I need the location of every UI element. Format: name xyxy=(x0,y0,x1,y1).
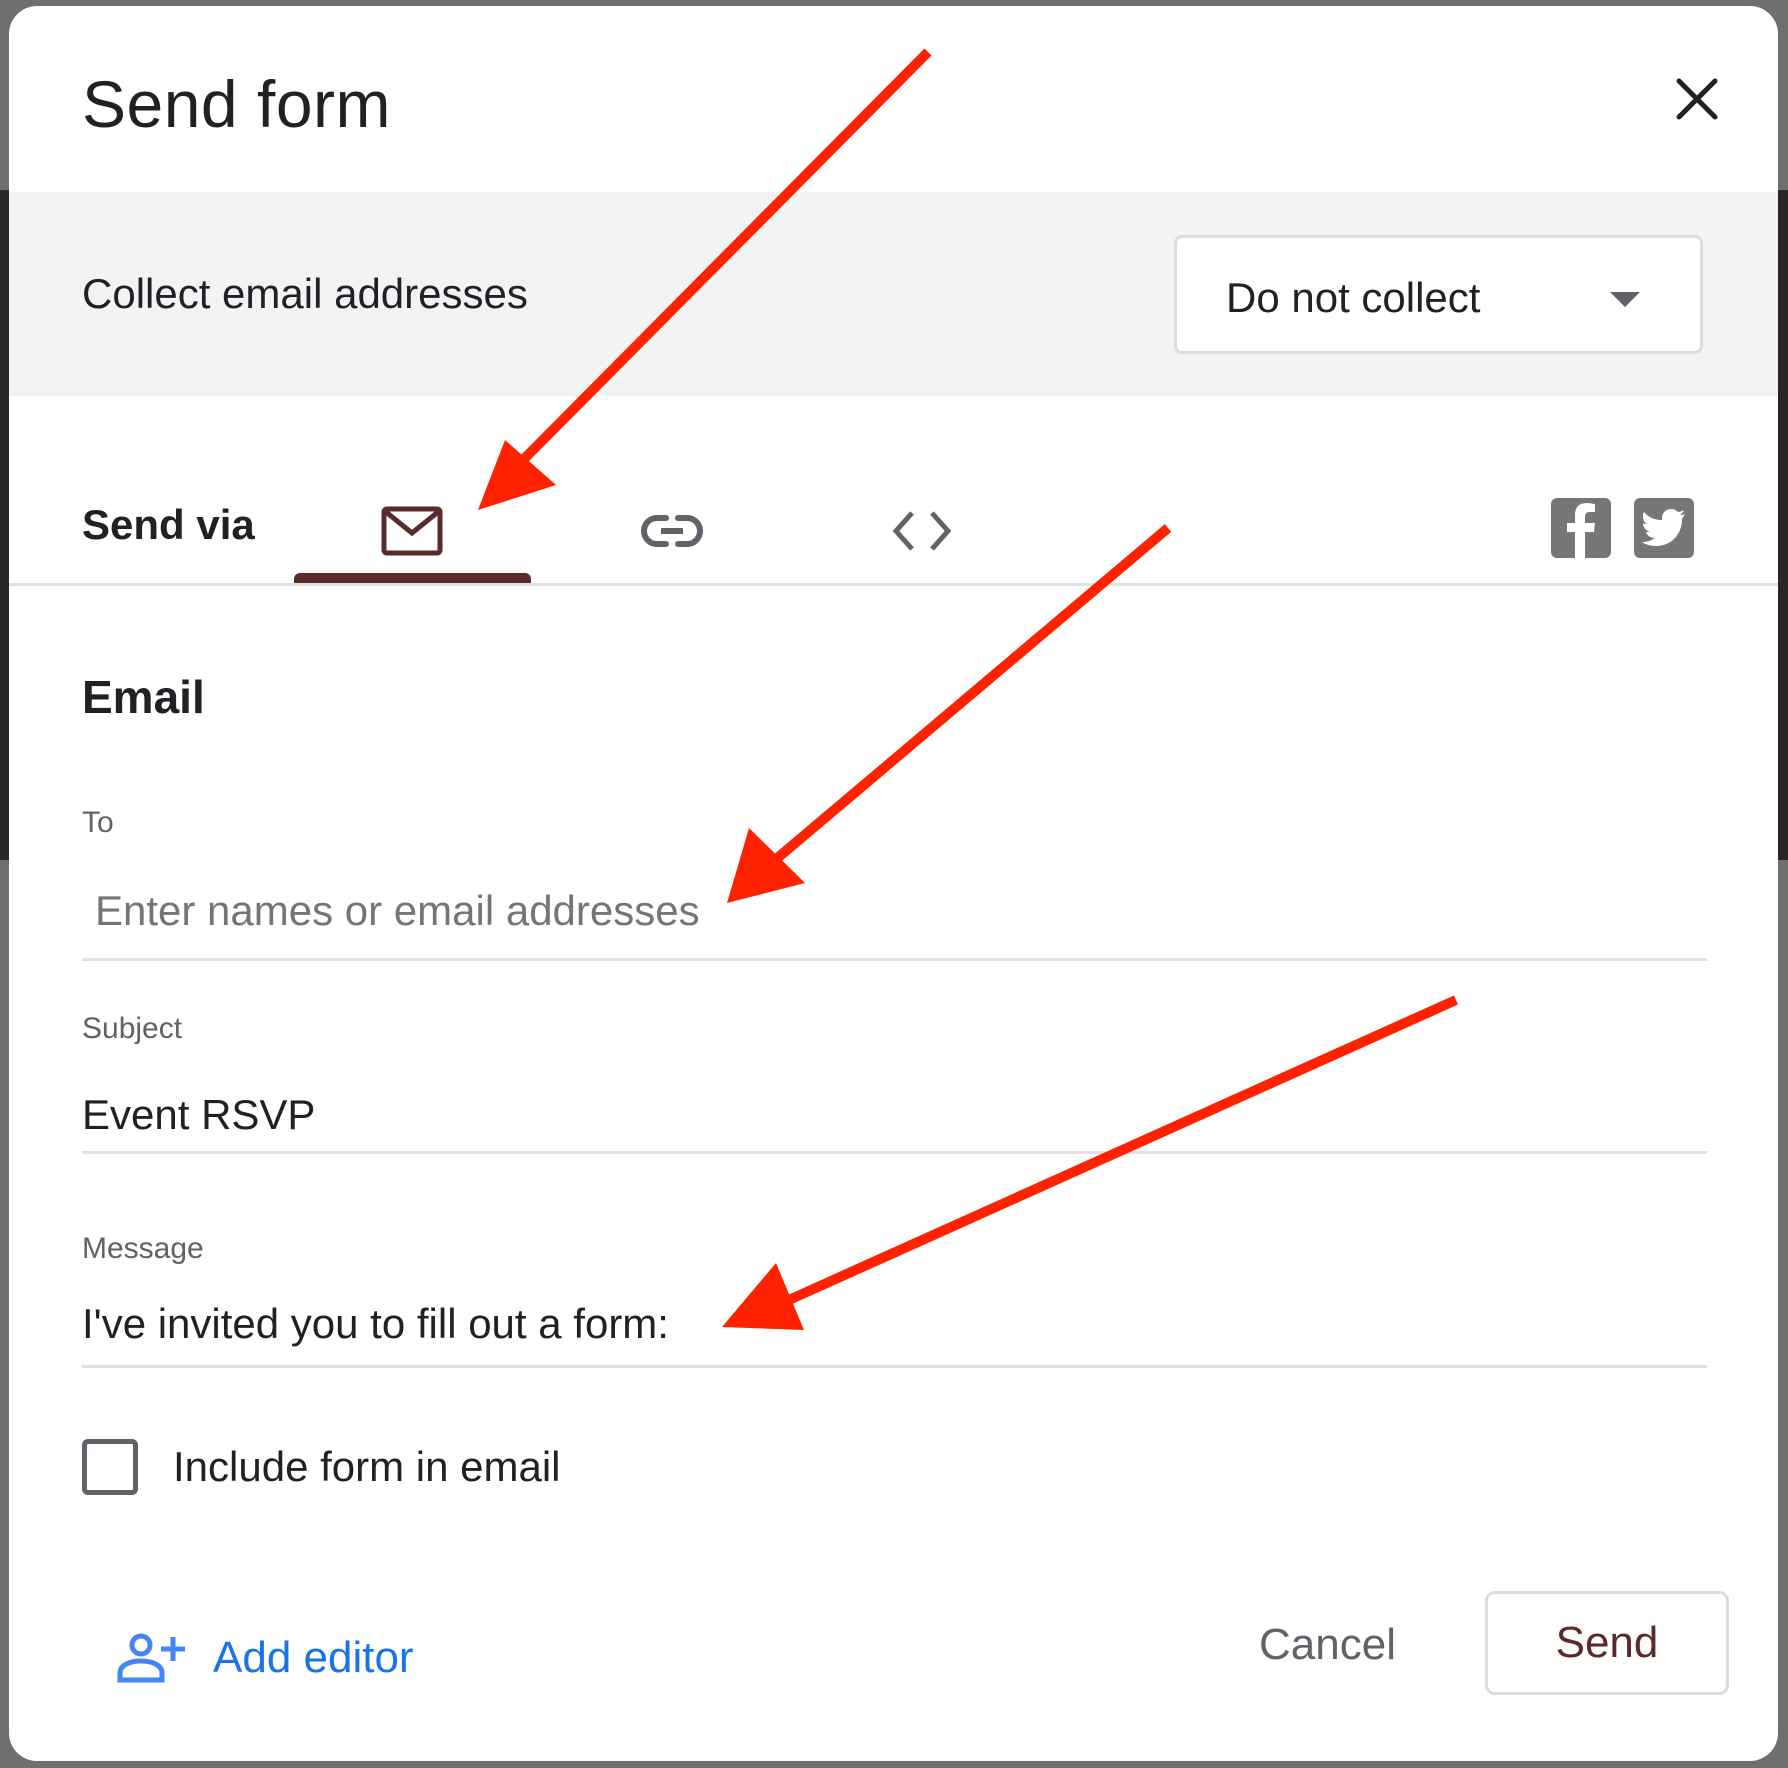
collect-email-dropdown[interactable]: Do not collect xyxy=(1174,235,1703,354)
to-label: To xyxy=(82,806,114,839)
collect-email-row: Collect email addresses Do not collect xyxy=(9,192,1778,396)
dialog-title: Send form xyxy=(82,67,391,141)
tab-embed[interactable] xyxy=(804,476,1040,586)
send-button[interactable]: Send xyxy=(1485,1591,1729,1695)
link-icon xyxy=(641,515,703,547)
close-icon xyxy=(1676,78,1718,120)
dropdown-arrow-icon xyxy=(1610,292,1640,307)
twitter-share-button[interactable] xyxy=(1634,498,1694,558)
include-form-label[interactable]: Include form in email xyxy=(173,1443,561,1491)
add-editor-button[interactable]: Add editor xyxy=(117,1623,414,1693)
tab-link[interactable] xyxy=(554,476,790,586)
to-underline xyxy=(82,958,1707,961)
message-label: Message xyxy=(82,1232,204,1265)
backdrop-strip xyxy=(0,190,9,860)
subject-label: Subject xyxy=(82,1012,183,1045)
add-person-icon xyxy=(117,1633,185,1683)
active-tab-indicator xyxy=(294,573,531,583)
to-input[interactable] xyxy=(95,881,1720,941)
close-button[interactable] xyxy=(1664,66,1730,132)
message-input[interactable] xyxy=(82,1294,1707,1354)
message-underline xyxy=(82,1365,1707,1368)
twitter-icon xyxy=(1642,509,1685,546)
subject-underline xyxy=(82,1151,1707,1154)
dropdown-selected-value: Do not collect xyxy=(1226,274,1481,321)
send-via-label: Send via xyxy=(82,501,255,548)
facebook-icon xyxy=(1567,503,1595,558)
tabs-divider xyxy=(9,583,1778,586)
include-form-checkbox[interactable] xyxy=(82,1439,138,1495)
collect-email-label: Collect email addresses xyxy=(82,270,528,317)
send-form-dialog: Send form Collect email addresses Do not… xyxy=(9,6,1778,1761)
mail-icon xyxy=(381,506,443,556)
subject-input[interactable] xyxy=(82,1085,1707,1145)
tab-email[interactable] xyxy=(294,476,530,586)
add-editor-label: Add editor xyxy=(213,1633,414,1682)
facebook-share-button[interactable] xyxy=(1551,498,1611,558)
cancel-button[interactable]: Cancel xyxy=(1249,1620,1406,1670)
email-section-heading: Email xyxy=(82,671,205,723)
backdrop-strip xyxy=(1778,190,1788,860)
code-icon xyxy=(892,511,952,551)
